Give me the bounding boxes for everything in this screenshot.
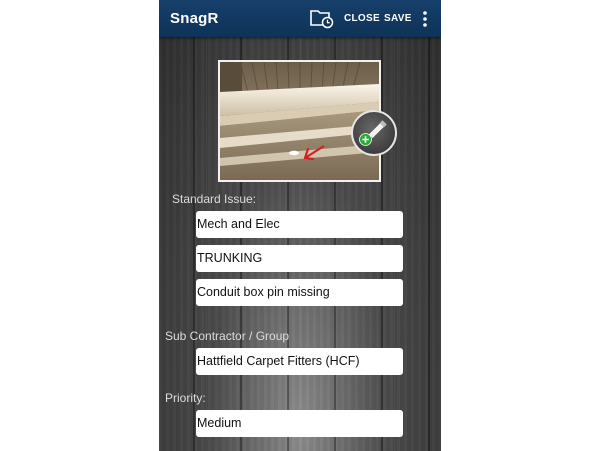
priority-label: Priority: [165, 391, 206, 405]
more-vert-icon[interactable] [419, 9, 431, 29]
app-title: SnagR [170, 10, 219, 27]
priority-field[interactable]: Medium [196, 410, 403, 437]
edit-photo-button[interactable] [351, 110, 397, 156]
app-screen: SnagR CLOSE SAVE Standard Issue: Mech an… [159, 0, 441, 451]
folder-clock-icon[interactable] [310, 7, 334, 29]
issue-item-field[interactable]: TRUNKING [196, 245, 403, 272]
issue-description-field[interactable]: Conduit box pin missing [196, 279, 403, 306]
standard-issue-label: Standard Issue: [172, 192, 257, 206]
close-button[interactable]: CLOSE [344, 13, 380, 24]
save-button[interactable]: SAVE [384, 13, 412, 24]
issue-category-field[interactable]: Mech and Elec [196, 211, 403, 238]
sub-contractor-label: Sub Contractor / Group [165, 329, 290, 343]
plus-circle-icon [359, 133, 372, 151]
app-bar: SnagR CLOSE SAVE [159, 0, 441, 37]
sub-contractor-field[interactable]: Hattfield Carpet Fitters (HCF) [196, 348, 403, 375]
